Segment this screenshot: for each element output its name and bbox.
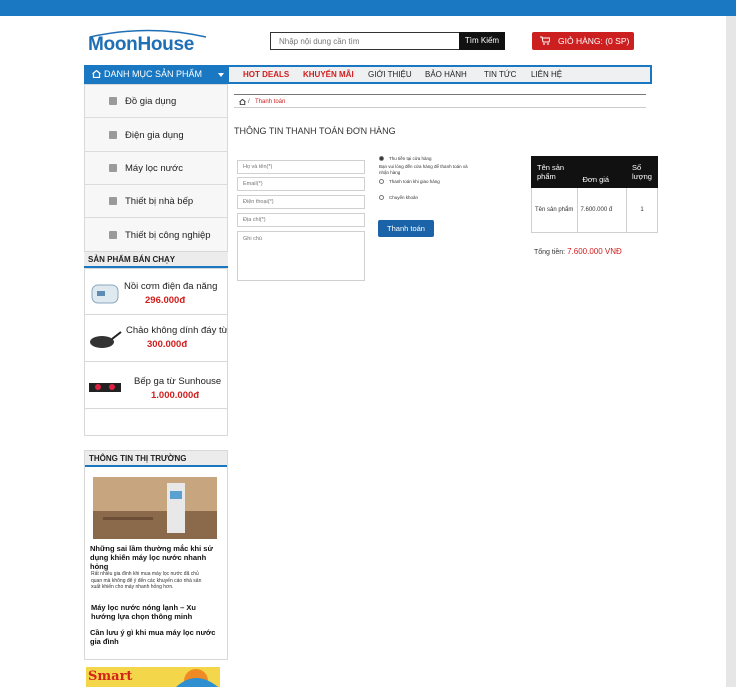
breadcrumb-separator: / [248,99,250,105]
breadcrumb-top-rule [234,94,646,95]
payment-label-store: Thu tiền tại cửa hàng [389,156,432,161]
product-item[interactable]: Chảo không dính đáy từ 300.000đ [85,316,227,362]
category-menu-button[interactable]: DANH MỤC SẢN PHẨM [84,65,229,84]
category-item[interactable]: Thiết bị nhà bếp [85,185,227,218]
payment-label-transfer: Chuyển khoản [389,195,419,200]
payment-note-store: Bạn vui lòng đến cửa hàng để thanh toán … [379,164,468,175]
home-icon[interactable] [239,99,246,105]
main-nav: DANH MỤC SẢN PHẨM HOT DEALS KHUYẾN MÃI G… [84,65,652,84]
total-label: Tổng tiền: [534,249,566,256]
pan-image [90,331,122,348]
search-button[interactable]: Tìm Kiếm [459,32,505,50]
top-bar [0,0,736,16]
search-bar: Tìm Kiếm [270,32,505,50]
nav-lien-he[interactable]: LIÊN HỆ [531,67,562,82]
banner-text: Smart [88,669,133,684]
product-name: Chảo không dính đáy từ [126,325,227,336]
name-field[interactable] [237,160,365,174]
product-price: 1.000.000đ [151,390,200,401]
note-field[interactable] [237,231,365,281]
category-item[interactable]: Thiết bị công nghiệp [85,219,227,252]
cart-icon [540,36,550,45]
news-heading: THÔNG TIN THỊ TRƯỜNG [85,451,227,467]
rice-cooker-image [91,284,119,304]
promo-banner[interactable]: Smart [86,667,220,687]
table-header-row: Tên sản phẩm Đơn giá Số lượng [531,156,659,188]
table-cell: Tên sản phẩm [531,187,578,233]
email-field[interactable] [237,177,365,191]
pot-icon [109,97,117,105]
nav-tin-tuc[interactable]: TIN TỨC [484,67,516,82]
column-header: Số lượng [625,156,659,188]
cart-label: GIỎ HÀNG: (0 SP) [558,36,630,46]
product-item[interactable]: Bếp ga từ Sunhouse 1.000.000đ [85,363,227,409]
category-label: Đồ gia dụng [125,96,177,107]
category-label: Điện gia dụng [125,130,184,141]
phone-field[interactable] [237,195,365,209]
product-item[interactable]: Nồi cơm điện đa năng 296.000đ [85,269,227,315]
appliance-icon [109,131,117,139]
news-title[interactable]: Máy lọc nước nóng lạnh – Xu hướng lựa ch… [91,603,221,621]
cart-button[interactable]: GIỎ HÀNG: (0 SP) [532,32,634,50]
payment-radio-cod[interactable] [379,179,384,184]
table-cell: 7.600.000 đ [576,187,627,233]
kitchen-icon [109,197,117,205]
nav-hot-deals[interactable]: HOT DEALS [243,67,289,82]
home-icon [92,70,101,78]
news-image[interactable] [93,477,217,539]
payment-radio-transfer[interactable] [379,195,384,200]
submit-payment-button[interactable]: Thanh toán [378,220,434,237]
payment-label-cod: Thanh toán khi giao hàng [389,179,440,184]
category-item[interactable]: Điện gia dụng [85,119,227,152]
category-label: Thiết bị công nghiệp [125,230,211,241]
gas-stove-image [89,383,121,392]
address-field[interactable] [237,213,365,227]
bestseller-list: Nồi cơm điện đa năng 296.000đ Chảo không… [84,268,228,436]
site-logo[interactable]: MoonHouse [88,28,210,55]
nav-khuyen-mai[interactable]: KHUYẾN MÃI [303,67,354,82]
page-scrollbar[interactable] [726,16,736,687]
payment-radio-store[interactable] [379,156,384,161]
table-row: Tên sản phẩm 7.600.000 đ 1 [531,187,659,233]
column-header: Tên sản phẩm [531,156,578,188]
news-title[interactable]: Cần lưu ý gì khi mua máy lọc nước gia đì… [90,628,220,646]
market-news-box: THÔNG TIN THỊ TRƯỜNG Những sai lầm thườn… [84,450,228,660]
banner-graphic [176,669,218,687]
nav-gioi-thieu[interactable]: GIỚI THIỆU [368,67,412,82]
breadcrumb: / Thanh toán [234,96,646,108]
industry-icon [109,231,117,239]
logo-text: MoonHouse [88,34,195,55]
category-item[interactable]: Đồ gia dụng [85,85,227,118]
product-price: 296.000đ [145,295,186,306]
product-price: 300.000đ [147,339,188,350]
total-value: 7.600.000 VNĐ [567,247,622,256]
search-input[interactable] [271,33,459,49]
order-total: Tổng tiền: 7.600.000 VNĐ [534,247,622,256]
bestseller-heading: SẢN PHẨM BÁN CHẠY [84,252,228,268]
category-label: Thiết bị nhà bếp [125,196,194,207]
product-name: Bếp ga từ Sunhouse [134,376,222,387]
table-cell: 1 [625,187,659,233]
news-excerpt: Rất nhiều gia đình khi mua máy lọc nước … [91,571,202,590]
water-filter-icon [109,164,117,172]
news-title[interactable]: Những sai lầm thường mắc khi sử dụng khi… [90,544,220,571]
category-menu-label: DANH MỤC SẢN PHẨM [104,69,203,79]
category-list: Đồ gia dụng Điện gia dụng Máy lọc nước T… [84,84,228,252]
nav-bao-hanh[interactable]: BẢO HÀNH [425,67,467,82]
category-item[interactable]: Máy lọc nước [85,152,227,185]
chevron-down-icon [218,73,224,77]
product-name: Nồi cơm điện đa năng [124,281,218,292]
order-table: Tên sản phẩm Đơn giá Số lượng Tên sản ph… [531,156,659,233]
page-title: THÔNG TIN THANH TOÁN ĐƠN HÀNG [234,126,396,136]
column-header: Đơn giá [576,156,627,188]
category-label: Máy lọc nước [125,163,183,174]
breadcrumb-current: Thanh toán [255,99,286,105]
